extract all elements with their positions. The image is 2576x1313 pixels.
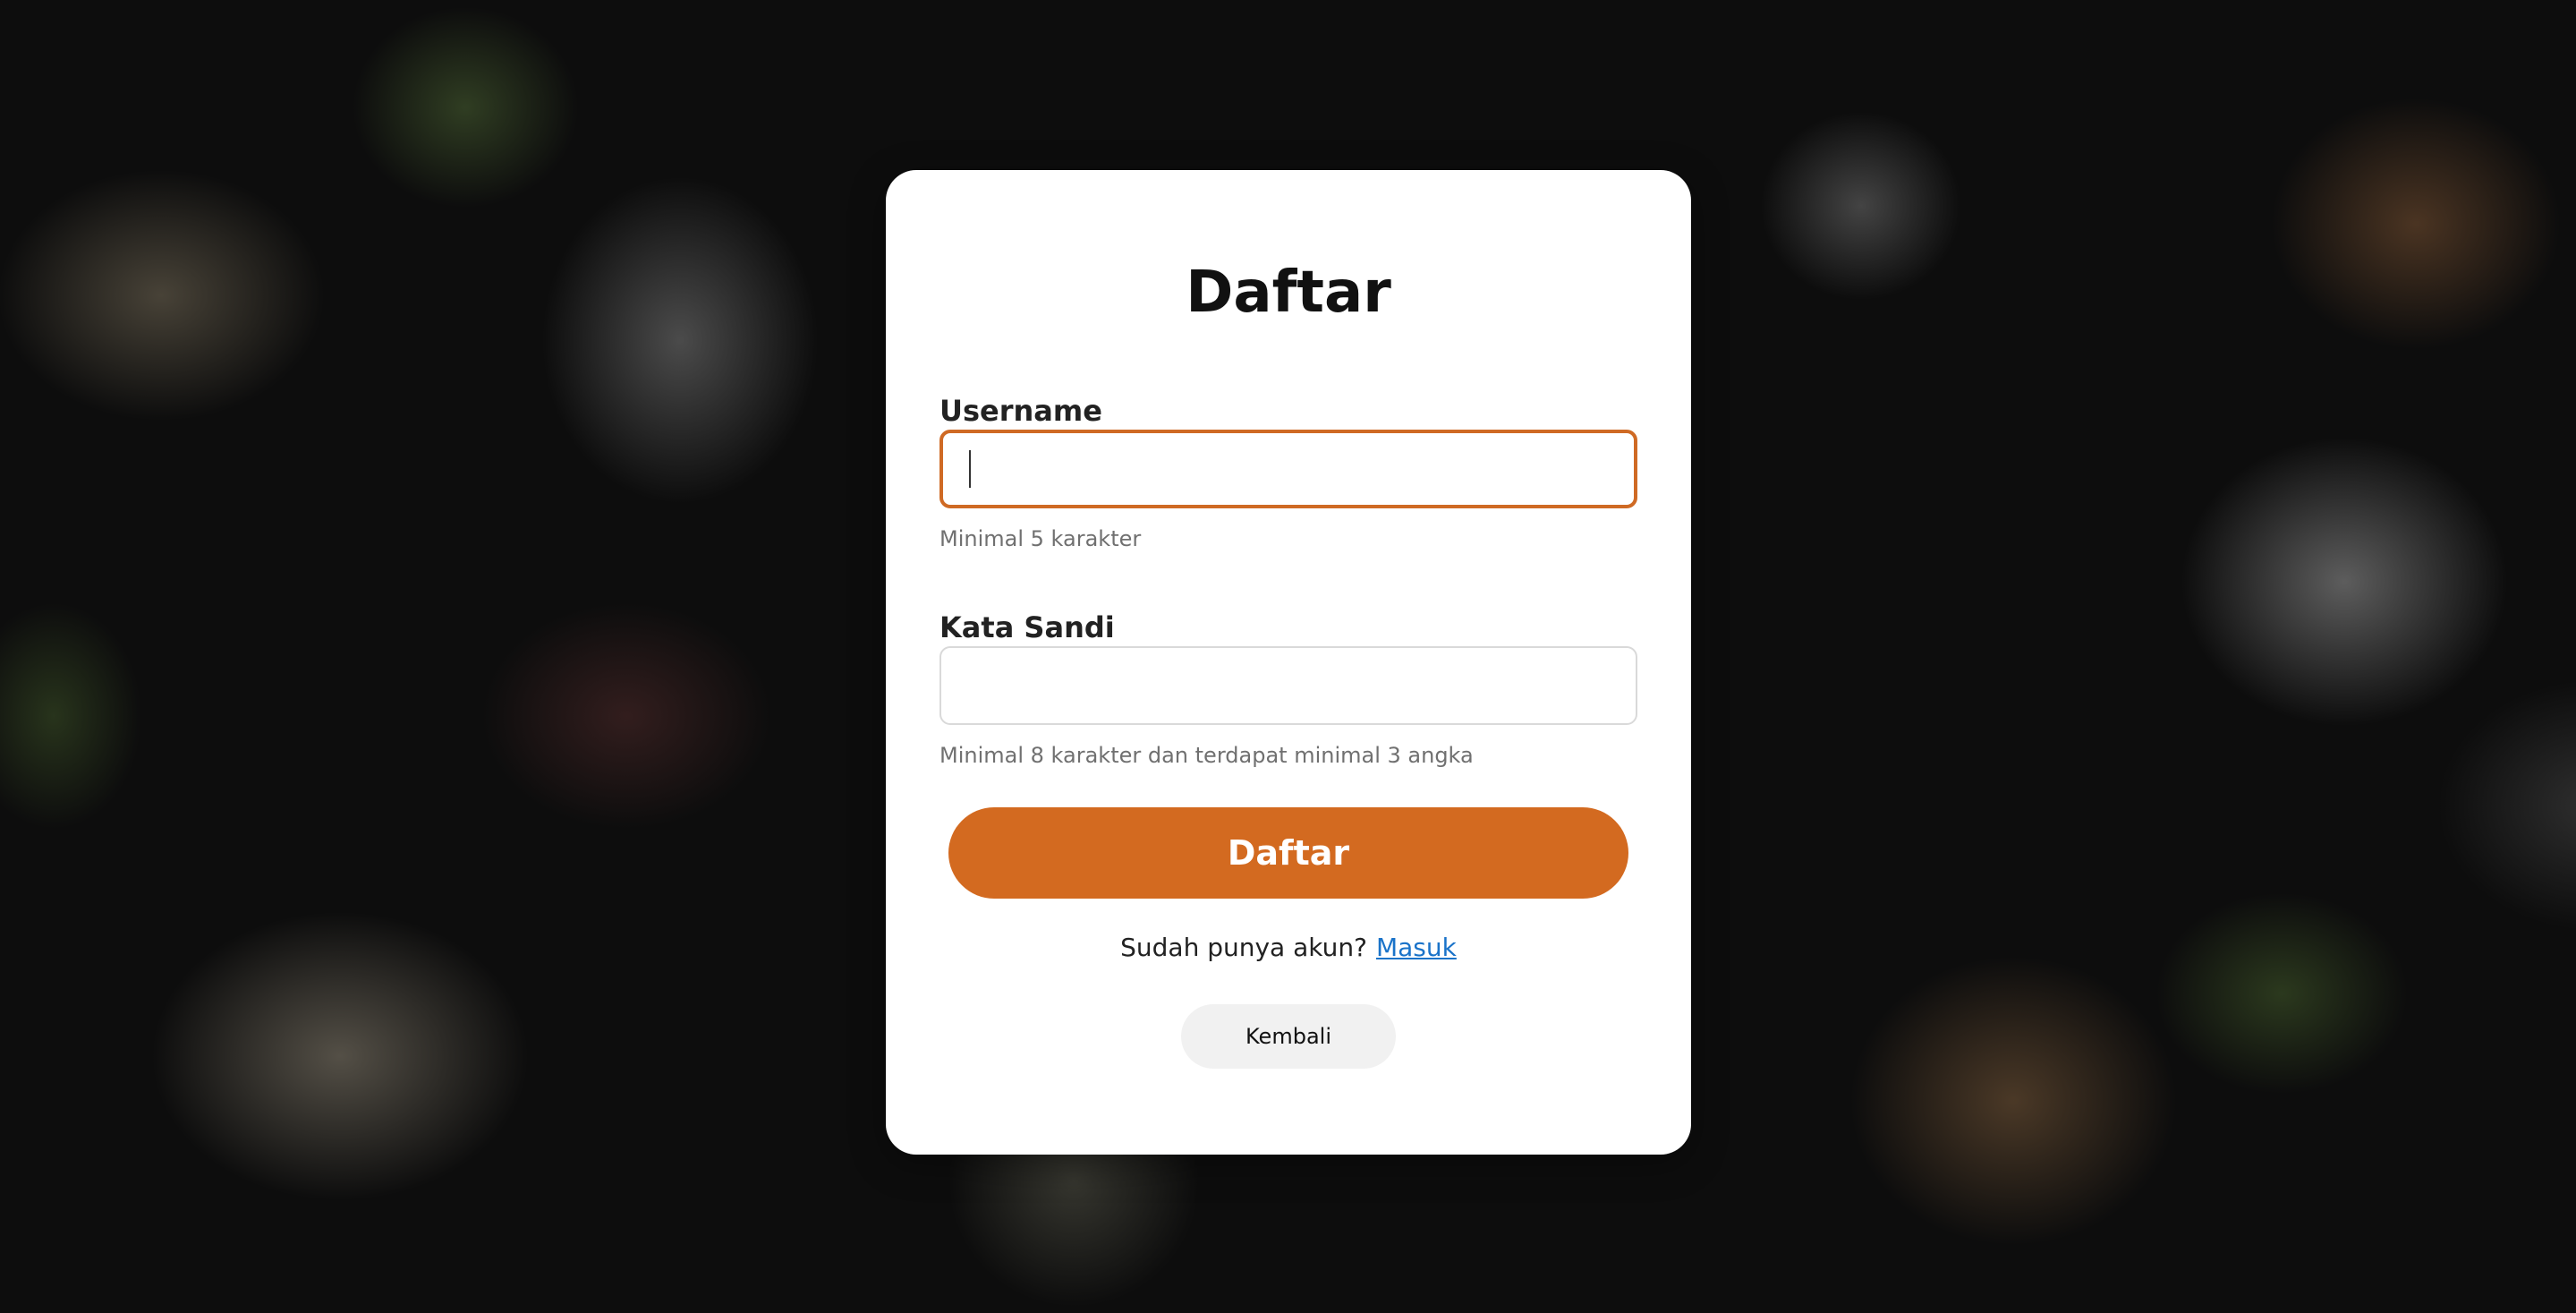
back-button[interactable]: Kembali [1181, 1004, 1396, 1069]
username-input[interactable] [939, 430, 1637, 508]
login-prompt-row: Sudah punya akun? Masuk [886, 933, 1691, 962]
login-link[interactable]: Masuk [1376, 933, 1457, 962]
password-label: Kata Sandi [939, 610, 1115, 644]
page-title: Daftar [1186, 260, 1391, 326]
username-hint: Minimal 5 karakter [939, 526, 1142, 551]
username-label: Username [939, 394, 1102, 428]
text-cursor [969, 450, 971, 488]
password-hint: Minimal 8 karakter dan terdapat minimal … [939, 743, 1474, 768]
login-prompt-text: Sudah punya akun? [1120, 933, 1367, 962]
password-input[interactable] [939, 646, 1637, 725]
register-card: Daftar Username Minimal 5 karakter Kata … [886, 170, 1691, 1155]
register-button[interactable]: Daftar [948, 807, 1628, 899]
